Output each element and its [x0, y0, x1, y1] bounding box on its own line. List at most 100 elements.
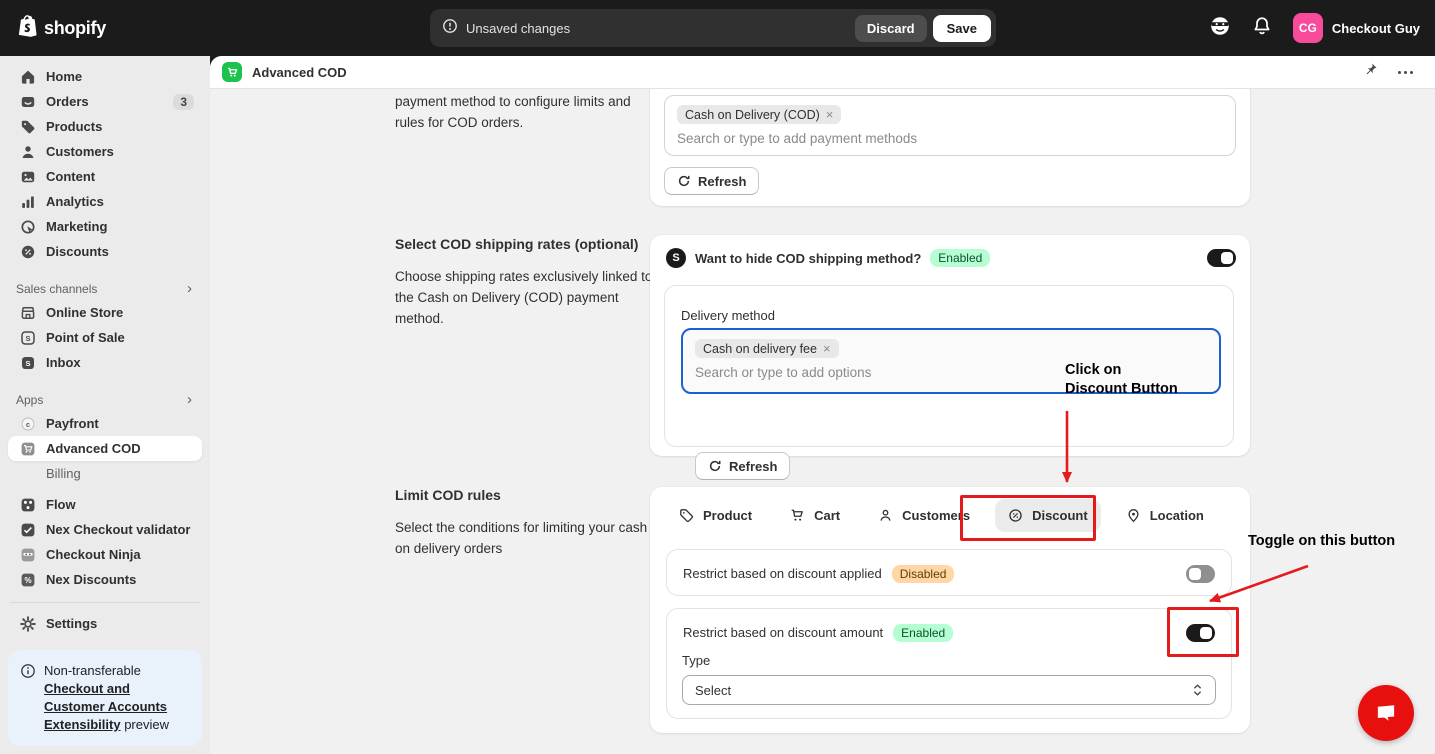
hide-cod-toggle[interactable] [1207, 249, 1236, 267]
sidebar-item-billing[interactable]: Billing [8, 461, 202, 486]
marketing-icon [20, 219, 36, 235]
chevron-right-icon: › [187, 395, 192, 405]
svg-text:%: % [24, 576, 31, 585]
bar-chart-icon [20, 194, 36, 210]
apps-header[interactable]: Apps › [8, 389, 202, 411]
payment-method-chip: Cash on Delivery (COD) × [677, 105, 841, 124]
discount-seal-icon [20, 244, 36, 260]
status-badge: Enabled [893, 624, 953, 642]
topbar: shopify Unsaved changes Discard Save CG … [0, 0, 1435, 56]
notifications-bell-icon[interactable] [1252, 16, 1272, 41]
type-select[interactable]: Select [682, 675, 1216, 705]
refresh-button[interactable]: Refresh [664, 167, 759, 195]
orders-count-badge: 3 [173, 94, 194, 110]
sidebar-divider [10, 602, 200, 603]
shopify-admin: shopify Unsaved changes Discard Save CG … [0, 0, 1435, 754]
sidebar-item-marketing[interactable]: Marketing [8, 214, 202, 239]
flow-app-icon [20, 497, 36, 513]
payfront-app-icon: c [20, 416, 36, 432]
sidebar-item-checkout-ninja[interactable]: Checkout Ninja [8, 542, 202, 567]
sidebar-item-home[interactable]: Home [8, 64, 202, 89]
location-pin-icon [1126, 508, 1141, 523]
limit-cod-heading: Limit COD rules [395, 487, 501, 503]
status-badge: Disabled [892, 565, 955, 583]
advanced-cod-app-icon [222, 62, 242, 82]
limit-cod-description: Select the conditions for limiting your … [395, 517, 661, 559]
media-icon [20, 169, 36, 185]
save-button[interactable]: Save [933, 15, 991, 42]
shipping-rates-card: S Want to hide COD shipping method? Enab… [650, 235, 1250, 456]
limit-tabs: Product Cart Customers Discount [666, 499, 1217, 532]
shopify-wordmark: shopify [44, 18, 106, 39]
discard-button[interactable]: Discard [855, 15, 927, 42]
restrict-discount-applied-row: Restrict based on discount applied Disab… [666, 549, 1232, 596]
status-badge: Enabled [930, 249, 990, 267]
sidebar-item-nex-discounts[interactable]: % Nex Discounts [8, 567, 202, 592]
shopify-logo[interactable]: shopify [16, 14, 106, 43]
sidebar-item-products[interactable]: Products [8, 114, 202, 139]
shipping-rates-description: Choose shipping rates exclusively linked… [395, 266, 653, 329]
sidebar-item-advanced-cod[interactable]: Advanced COD [8, 436, 202, 461]
sidebar-item-point-of-sale[interactable]: S Point of Sale [8, 325, 202, 350]
extensibility-notice: Non-transferable Checkout and Customer A… [8, 650, 202, 746]
sidebar-item-settings[interactable]: Settings [8, 611, 202, 636]
chat-widget-button[interactable] [1358, 685, 1414, 741]
person-icon [20, 144, 36, 160]
refresh-icon [708, 459, 722, 473]
storefront-icon [20, 305, 36, 321]
discount-applied-toggle[interactable] [1186, 565, 1215, 583]
more-options-icon[interactable] [1394, 67, 1417, 78]
unsaved-changes-bar: Unsaved changes Discard Save [430, 9, 996, 47]
hide-cod-question: Want to hide COD shipping method? [695, 251, 921, 266]
shopify-bag-icon [16, 14, 38, 43]
page-title: Advanced COD [252, 65, 347, 80]
home-icon [20, 69, 36, 85]
remove-chip-icon[interactable]: × [826, 107, 834, 122]
inbox-icon: S [20, 355, 36, 371]
nex-discounts-app-icon: % [20, 572, 36, 588]
delivery-method-label: Delivery method [681, 308, 775, 323]
limit-cod-card: Product Cart Customers Discount [650, 487, 1250, 733]
advanced-cod-app-icon [20, 441, 36, 457]
info-icon [20, 663, 36, 679]
sales-channels-header[interactable]: Sales channels › [8, 278, 202, 300]
chevron-right-icon: › [187, 284, 192, 294]
sidebar-item-payfront[interactable]: c Payfront [8, 411, 202, 436]
tag-icon [679, 508, 694, 523]
tag-icon [20, 119, 36, 135]
payment-methods-card: Cash on Delivery (COD) × Search or type … [650, 89, 1250, 206]
payment-methods-input[interactable]: Cash on Delivery (COD) × Search or type … [664, 95, 1236, 156]
person-icon [878, 508, 893, 523]
payment-method-description: payment method to configure limits and r… [395, 91, 653, 133]
user-menu[interactable]: CG Checkout Guy [1293, 13, 1420, 43]
tab-cart[interactable]: Cart [777, 499, 853, 532]
tab-product[interactable]: Product [666, 499, 765, 532]
sidebar-item-flow[interactable]: Flow [8, 492, 202, 517]
click-discount-annotation: Click on Discount Button [1065, 361, 1178, 399]
sidebar-item-orders[interactable]: Orders 3 [8, 89, 202, 114]
sidebar-item-content[interactable]: Content [8, 164, 202, 189]
sidebar-item-discounts[interactable]: Discounts [8, 239, 202, 264]
remove-chip-icon[interactable]: × [823, 341, 831, 356]
pin-icon[interactable] [1363, 62, 1378, 82]
tab-location[interactable]: Location [1113, 499, 1217, 532]
sidebar-item-online-store[interactable]: Online Store [8, 300, 202, 325]
refresh-button[interactable]: Refresh [695, 452, 790, 480]
app-content: payment method to configure limits and r… [210, 89, 1435, 754]
svg-text:S: S [25, 359, 30, 368]
payment-methods-placeholder: Search or type to add payment methods [677, 131, 1223, 146]
svg-text:c: c [26, 419, 30, 428]
sidebar-item-inbox[interactable]: S Inbox [8, 350, 202, 375]
sidebar-item-customers[interactable]: Customers [8, 139, 202, 164]
store-ninja-icon[interactable] [1209, 15, 1231, 42]
main-panel: Advanced COD payment method to configure… [210, 56, 1435, 754]
shipping-rates-heading: Select COD shipping rates (optional) [395, 236, 638, 252]
nex-checkout-validator-app-icon [20, 522, 36, 538]
svg-text:S: S [25, 334, 30, 343]
checkout-ninja-app-icon [20, 547, 36, 563]
discount-tab-highlight-box [960, 495, 1096, 541]
shipping-icon: S [666, 248, 686, 268]
sidebar-item-nex-checkout-validator[interactable]: Nex Checkout validator [8, 517, 202, 542]
type-label: Type [682, 653, 710, 668]
sidebar-item-analytics[interactable]: Analytics [8, 189, 202, 214]
